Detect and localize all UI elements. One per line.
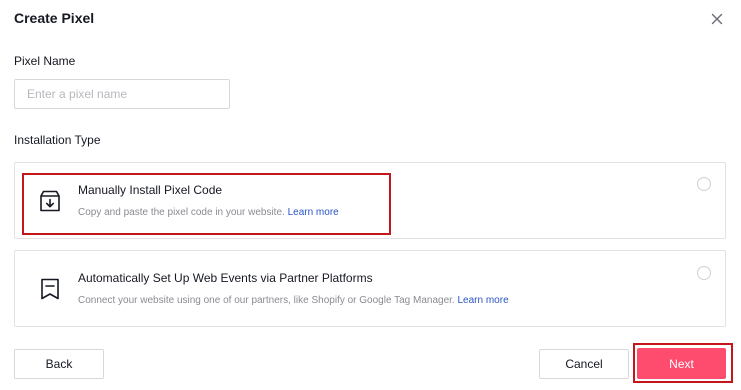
option-auto-radio[interactable] (697, 266, 711, 280)
installation-type-label: Installation Type (14, 133, 101, 147)
learn-more-link[interactable]: Learn more (458, 295, 509, 306)
next-button[interactable]: Next (637, 348, 726, 379)
download-box-icon (37, 188, 63, 214)
option-manual-description: Copy and paste the pixel code in your we… (78, 207, 339, 218)
option-auto-title: Automatically Set Up Web Events via Part… (78, 271, 373, 285)
learn-more-link[interactable]: Learn more (288, 207, 339, 218)
option-auto-description-text: Connect your website using one of our pa… (78, 295, 455, 306)
option-manual-description-text: Copy and paste the pixel code in your we… (78, 207, 285, 218)
option-manual-radio[interactable] (697, 177, 711, 191)
cancel-button[interactable]: Cancel (539, 349, 629, 379)
option-auto-setup[interactable]: Automatically Set Up Web Events via Part… (14, 250, 726, 327)
close-icon[interactable] (708, 10, 726, 28)
option-auto-description: Connect your website using one of our pa… (78, 295, 509, 306)
back-button[interactable]: Back (14, 349, 104, 379)
option-manual-title: Manually Install Pixel Code (78, 183, 223, 197)
pixel-name-input[interactable] (14, 79, 230, 109)
bookmark-flag-icon (37, 276, 63, 302)
pixel-name-label: Pixel Name (14, 54, 76, 68)
dialog-title: Create Pixel (14, 10, 95, 26)
option-manual-install[interactable]: Manually Install Pixel Code Copy and pas… (14, 162, 726, 239)
